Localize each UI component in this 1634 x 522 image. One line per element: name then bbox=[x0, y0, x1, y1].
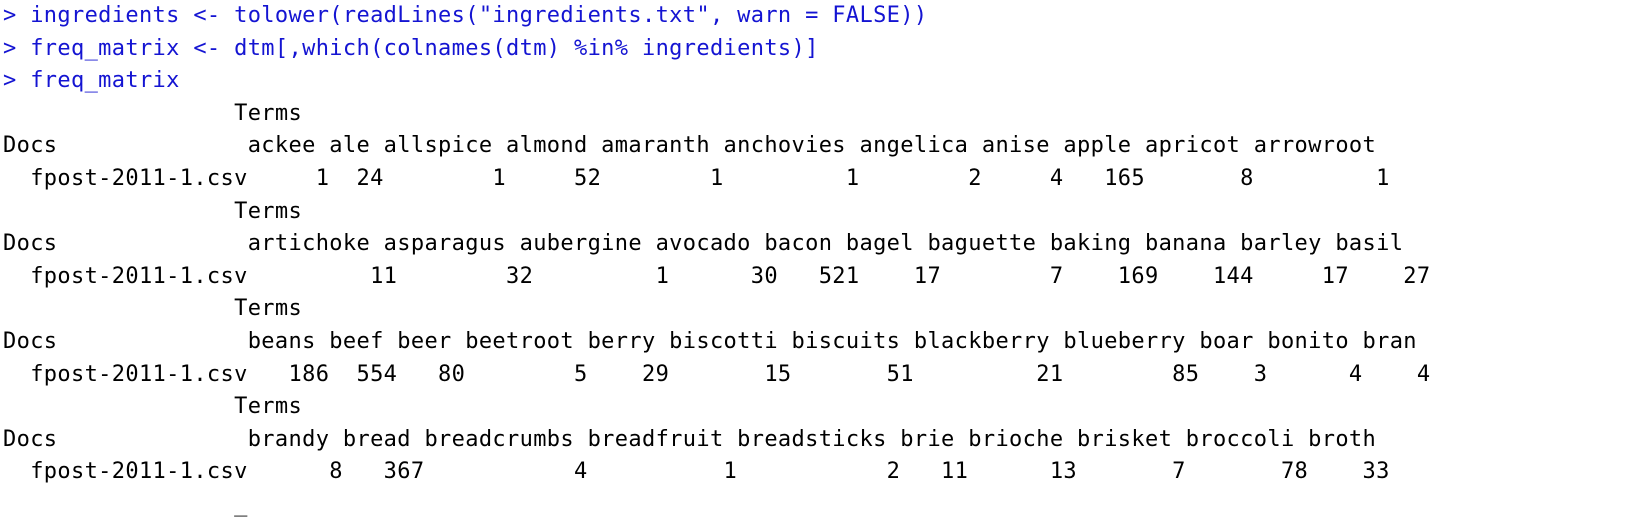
docs-header-row: Docs beans beef beer beetroot berry bisc… bbox=[3, 328, 1417, 354]
terms-header: Terms bbox=[3, 296, 303, 322]
matrix-data-row: fpost-2011-1.csv 1 24 1 52 1 1 2 4 165 8… bbox=[3, 165, 1390, 191]
docs-header-row: Docs brandy bread breadcrumbs breadfruit… bbox=[3, 426, 1377, 452]
r-console[interactable]: > ingredients <- tolower(readLines("ingr… bbox=[3, 0, 1431, 522]
matrix-data-row: fpost-2011-1.csv 8 367 4 1 2 11 13 7 78 … bbox=[3, 459, 1390, 485]
docs-header-row: Docs ackee ale allspice almond amaranth … bbox=[3, 133, 1377, 159]
matrix-data-row: fpost-2011-1.csv 186 554 80 5 29 15 51 2… bbox=[3, 361, 1431, 387]
docs-header-row: Docs artichoke asparagus aubergine avoca… bbox=[3, 231, 1404, 257]
terms-header: Terms bbox=[3, 394, 303, 420]
console-cursor[interactable]: _ bbox=[3, 489, 1431, 522]
console-command-line: > freq_matrix bbox=[3, 68, 180, 94]
console-command-line: > ingredients <- tolower(readLines("ingr… bbox=[3, 3, 928, 28]
matrix-data-row: fpost-2011-1.csv 11 32 1 30 521 17 7 169… bbox=[3, 263, 1431, 289]
console-command-line: > freq_matrix <- dtm[,which(colnames(dtm… bbox=[3, 35, 819, 61]
terms-header: Terms bbox=[3, 198, 303, 224]
terms-header: Terms bbox=[3, 100, 303, 126]
